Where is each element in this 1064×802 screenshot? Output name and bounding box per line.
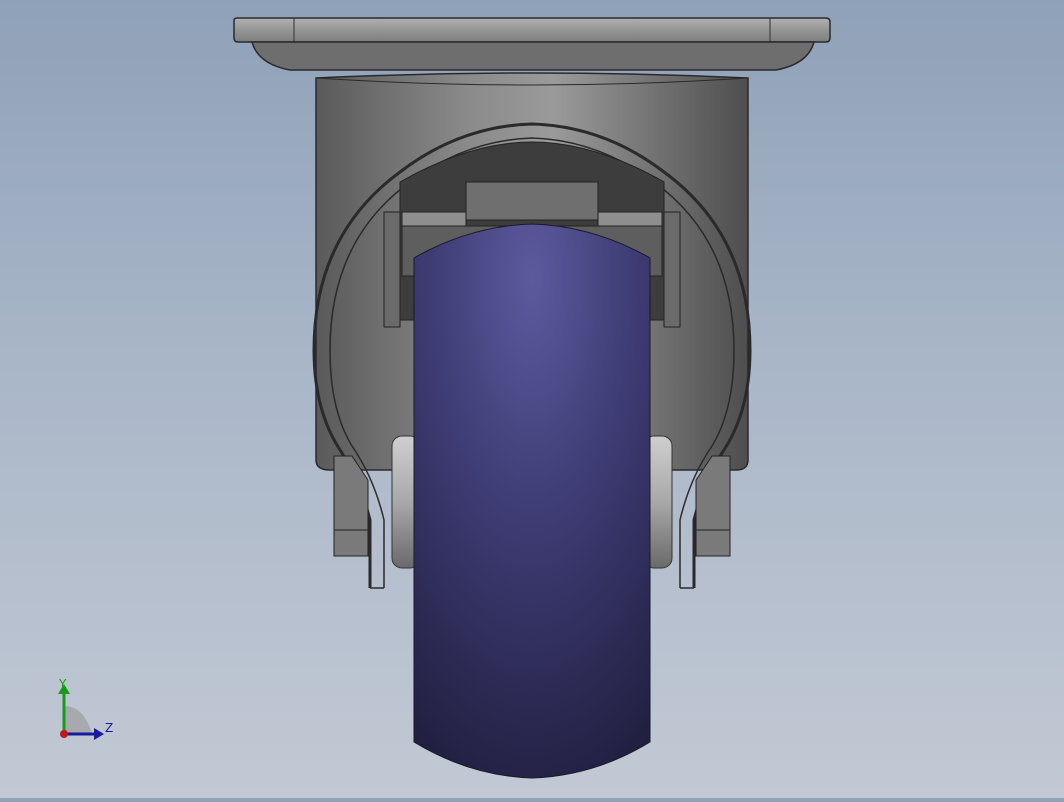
axle-nut-right[interactable]: [695, 455, 731, 557]
z-axis-label: Z: [105, 721, 113, 735]
mounting-plate[interactable]: [233, 17, 831, 71]
cad-viewport[interactable]: [0, 0, 1064, 798]
triad-plane: [64, 706, 92, 734]
wheel[interactable]: [413, 223, 651, 779]
x-axis-dot-icon: [60, 730, 68, 738]
y-axis-label: Y: [58, 677, 67, 691]
left-side-plate: [383, 211, 401, 328]
axis-triad: Y Z: [44, 676, 124, 746]
caster-model[interactable]: [0, 0, 1064, 798]
right-side-plate: [663, 211, 681, 328]
axle-nut-left[interactable]: [333, 455, 369, 557]
z-arrow-icon: [94, 728, 104, 740]
